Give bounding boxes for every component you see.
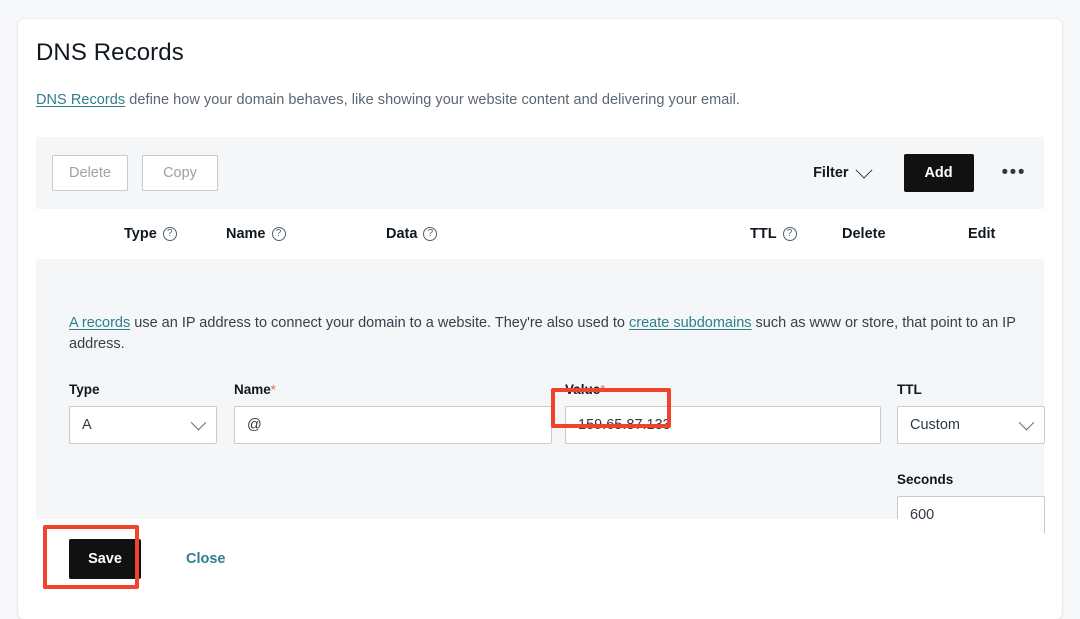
value-label-text: Value — [565, 382, 601, 397]
chevron-down-icon — [190, 414, 207, 430]
ttl-select[interactable]: Custom — [897, 406, 1045, 444]
column-label-name: Name — [226, 226, 266, 242]
value-input[interactable]: 159.65.87.133 — [565, 406, 881, 444]
value-input-text: 159.65.87.133 — [578, 417, 671, 433]
name-label-text: Name — [234, 382, 271, 397]
help-icon-ttl[interactable]: ? — [782, 227, 797, 241]
copy-button[interactable]: Copy — [142, 155, 218, 191]
required-marker: * — [270, 382, 276, 397]
column-header-edit: Edit — [968, 226, 995, 242]
create-subdomains-link[interactable]: create subdomains — [629, 315, 752, 331]
dns-records-link[interactable]: DNS Records — [36, 92, 125, 108]
column-header-data: Data ? — [386, 226, 438, 242]
table-header-row: Type ? Name ? Data ? TTL ? Delete Edit — [36, 209, 1044, 260]
column-header-ttl: TTL ? — [750, 226, 797, 242]
ttl-select-value: Custom — [910, 417, 960, 433]
name-input-value: @ — [247, 417, 262, 433]
a-record-description: A records use an IP address to connect y… — [69, 313, 1039, 355]
chevron-down-icon — [855, 161, 873, 179]
toolbar-right-group: Filter Add ••• — [813, 154, 1026, 192]
delete-button[interactable]: Delete — [52, 155, 128, 191]
more-options-icon[interactable]: ••• — [1002, 163, 1026, 182]
intro-rest: define how your domain behaves, like sho… — [125, 92, 740, 108]
filter-label: Filter — [813, 165, 849, 181]
help-icon-type[interactable]: ? — [162, 227, 177, 241]
name-input[interactable]: @ — [234, 406, 552, 444]
save-button[interactable]: Save — [69, 539, 141, 579]
a-records-link[interactable]: A records — [69, 315, 130, 331]
add-record-panel: A records use an IP address to connect y… — [36, 259, 1045, 534]
column-header-delete: Delete — [842, 226, 886, 242]
value-field-label: Value* — [565, 382, 605, 397]
filter-button[interactable]: Filter — [813, 161, 873, 181]
column-label-edit: Edit — [968, 226, 996, 242]
column-label-data: Data — [386, 226, 418, 242]
close-button[interactable]: Close — [186, 551, 226, 567]
column-label-type: Type — [124, 226, 157, 242]
help-icon-name[interactable]: ? — [271, 227, 286, 241]
dns-records-card: DNS Records DNS Records define how your … — [18, 19, 1062, 619]
chevron-down-icon — [1018, 414, 1035, 430]
column-header-type: Type ? — [124, 226, 177, 242]
column-header-name: Name ? — [226, 226, 286, 242]
column-label-ttl: TTL — [750, 226, 777, 242]
type-select[interactable]: A — [69, 406, 217, 444]
intro-text: DNS Records define how your domain behav… — [36, 92, 740, 108]
records-toolbar: Delete Copy Filter Add ••• — [36, 137, 1044, 209]
required-marker: * — [600, 382, 606, 397]
page-title: DNS Records — [36, 39, 184, 66]
form-footer: Save Close — [36, 519, 1044, 599]
type-field-label: Type — [69, 382, 100, 397]
toolbar-left-group: Delete Copy — [52, 155, 218, 191]
ttl-field-label: TTL — [897, 382, 922, 397]
add-button[interactable]: Add — [903, 154, 974, 192]
name-field-label: Name* — [234, 382, 276, 397]
desc-part-1: use an IP address to connect your domain… — [130, 315, 629, 331]
help-icon-data[interactable]: ? — [423, 227, 438, 241]
column-label-delete: Delete — [842, 226, 886, 242]
type-select-value: A — [82, 417, 92, 433]
seconds-field-label: Seconds — [897, 472, 954, 487]
